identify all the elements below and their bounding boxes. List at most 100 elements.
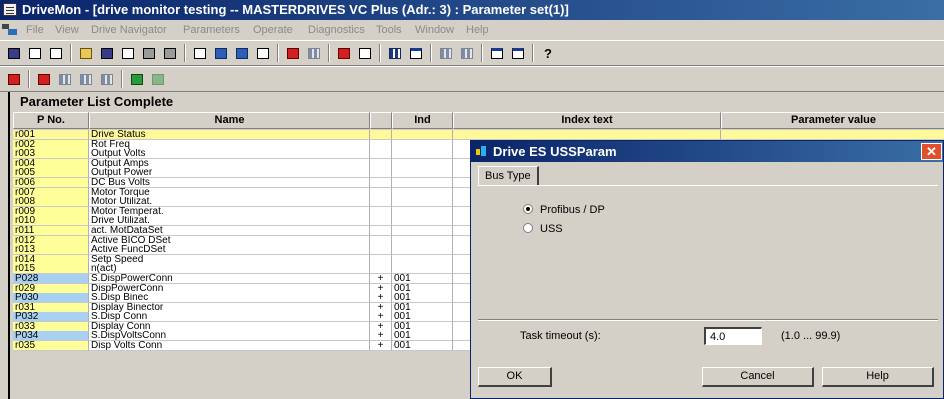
column-header-parameter-value[interactable]: Parameter value [721, 112, 944, 129]
expert-list-icon [440, 48, 452, 59]
settings-button[interactable] [283, 44, 303, 62]
dataset-1-button[interactable] [55, 70, 75, 88]
menu-file[interactable]: File [26, 20, 44, 40]
menu-window[interactable]: Window [415, 20, 454, 40]
column-header-index-text[interactable]: Index text [453, 112, 721, 129]
save-all-button[interactable] [4, 44, 24, 62]
menu-parameters[interactable]: Parameters [183, 20, 240, 40]
print-preview-button[interactable] [160, 44, 180, 62]
expand-cell[interactable]: + [370, 293, 392, 304]
help-button[interactable] [538, 44, 558, 62]
parameter-number-cell: r015 [13, 264, 89, 275]
save-icon [101, 48, 113, 59]
menu-operate[interactable]: Operate [253, 20, 293, 40]
radio-label-uss: USS [540, 223, 563, 235]
table-row[interactable]: r001 Drive Status [13, 130, 944, 140]
expand-cell[interactable]: + [370, 341, 392, 352]
close-icon[interactable]: ✕ [921, 143, 942, 160]
trace-button[interactable] [355, 44, 375, 62]
expand-cell [370, 149, 392, 160]
radio-unselected-icon[interactable] [523, 223, 533, 233]
expand-cell[interactable]: + [370, 331, 392, 342]
disconnect-button[interactable] [148, 70, 168, 88]
title-bar[interactable]: DriveMon - [drive monitor testing -- MAS… [0, 0, 944, 20]
index-cell [392, 264, 453, 275]
ok-button[interactable]: OK [478, 367, 552, 387]
column-header-ind[interactable]: Ind [392, 112, 453, 129]
drivemon-app-icon[interactable] [3, 3, 17, 16]
download-button[interactable] [232, 44, 252, 62]
help-question-icon [542, 48, 554, 59]
radio-selected-icon[interactable] [523, 204, 533, 214]
menu-drive-navigator[interactable]: Drive Navigator [91, 20, 167, 40]
index-cell [392, 216, 453, 227]
column-header-name[interactable]: Name [89, 112, 370, 129]
open-button[interactable] [76, 44, 96, 62]
cancel-button[interactable]: Cancel [702, 367, 814, 387]
help-dialog-button[interactable]: Help [822, 367, 934, 387]
drive-button[interactable] [334, 44, 354, 62]
parameter-list-title: Parameter List Complete [20, 94, 174, 109]
tile-vertical-button[interactable] [508, 44, 528, 62]
menu-tools[interactable]: Tools [376, 20, 402, 40]
parameter-set-icon [38, 74, 50, 85]
menu-diagnostics[interactable]: Diagnostics [308, 20, 365, 40]
dataset-icon [80, 74, 92, 85]
parameter-name-cell: Motor Temperat. [89, 206, 370, 217]
parameter-set-button[interactable] [34, 70, 54, 88]
new-document-icon [29, 48, 41, 59]
dialog-title-bar[interactable]: Drive ES USSParam ✕ [471, 141, 943, 162]
parameter-name-cell: Disp Volts Conn [89, 341, 370, 352]
copy-icon [50, 48, 62, 59]
drive-navigator-button[interactable] [4, 70, 24, 88]
parameter-list-button[interactable] [385, 44, 405, 62]
tab-divider [478, 185, 938, 186]
toolbar-separator [70, 44, 72, 62]
compare-button[interactable] [253, 44, 273, 62]
parameter-number-cell: r012 [13, 235, 89, 246]
expand-cell [370, 264, 392, 275]
index-cell [392, 225, 453, 236]
parameter-list-icon [389, 48, 401, 59]
radio-profibus-dp[interactable]: Profibus / DP [523, 203, 605, 217]
trace-chart-icon [359, 48, 371, 59]
parameter-name-cell: Rot Freq [89, 139, 370, 150]
expert-list-button[interactable] [436, 44, 456, 62]
dataset-2-button[interactable] [76, 70, 96, 88]
save-button[interactable] [97, 44, 117, 62]
copy-button[interactable] [46, 44, 66, 62]
index-cell [392, 168, 453, 179]
index-cell [392, 206, 453, 217]
menu-help[interactable]: Help [466, 20, 489, 40]
user-list-icon [461, 48, 473, 59]
document-system-icon[interactable] [2, 24, 18, 36]
expand-cell[interactable]: + [370, 273, 392, 284]
upload-button[interactable] [211, 44, 231, 62]
expand-cell [370, 130, 392, 140]
parameter-name-cell: Active FuncDSet [89, 245, 370, 256]
tab-bus-type[interactable]: Bus Type [478, 166, 539, 186]
expand-cell[interactable]: + [370, 312, 392, 323]
user-list-button[interactable] [457, 44, 477, 62]
window-view-button[interactable] [406, 44, 426, 62]
properties-button[interactable] [118, 44, 138, 62]
expand-cell[interactable]: + [370, 321, 392, 332]
connect-button[interactable] [127, 70, 147, 88]
print-button[interactable] [139, 44, 159, 62]
index-cell [392, 245, 453, 256]
task-timeout-input[interactable] [704, 327, 762, 345]
menu-view[interactable]: View [55, 20, 79, 40]
expand-cell [370, 187, 392, 198]
radio-uss[interactable]: USS [523, 222, 563, 236]
dataset-3-button[interactable] [97, 70, 117, 88]
connect-icon [131, 74, 143, 85]
index-cell [392, 139, 453, 150]
expand-cell[interactable]: + [370, 302, 392, 313]
bico-button[interactable] [304, 44, 324, 62]
column-header-pno[interactable]: P No. [13, 112, 89, 129]
online-button[interactable] [190, 44, 210, 62]
new-button[interactable] [25, 44, 45, 62]
tile-horizontal-button[interactable] [487, 44, 507, 62]
column-header-expand[interactable] [370, 112, 392, 129]
expand-cell[interactable]: + [370, 283, 392, 294]
